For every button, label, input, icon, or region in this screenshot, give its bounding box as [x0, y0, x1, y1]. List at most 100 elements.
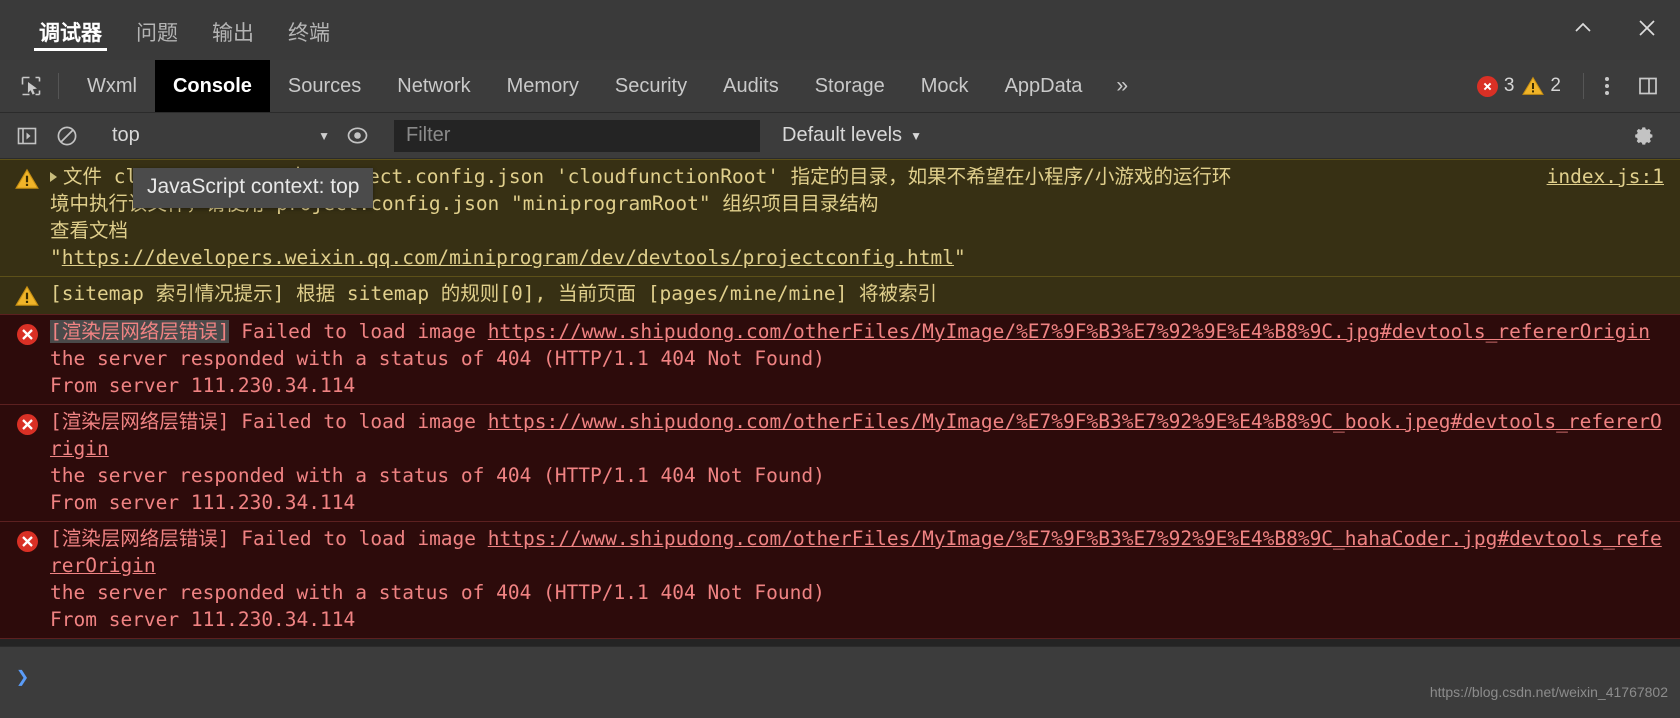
error-circle-icon [14, 321, 40, 347]
window-tab-list: 调试器 问题 输出 终端 [22, 0, 347, 60]
message-body: [渲染层网络层错误] Failed to load image https://… [50, 525, 1672, 633]
context-tooltip: JavaScript context: top [133, 168, 373, 208]
tab-label: Console [173, 75, 252, 98]
warning-triangle-icon [14, 166, 40, 192]
message-line: From server 111.230.34.114 [50, 372, 1672, 399]
message-line: [渲染层网络层错误] Failed to load image https://… [50, 318, 1672, 345]
tab-label: Network [397, 75, 470, 98]
warning-triangle-icon [14, 283, 40, 309]
error-tag: [渲染层网络层错误] [50, 320, 229, 343]
tab-mock[interactable]: Mock [903, 60, 987, 112]
failed-resource-link[interactable]: https://www.shipudong.com/otherFiles/MyI… [488, 320, 1650, 343]
console-message-error[interactable]: [渲染层网络层错误] Failed to load image https://… [0, 521, 1680, 639]
window-title-bar: 调试器 问题 输出 终端 [0, 0, 1680, 60]
message-line: [渲染层网络层错误] Failed to load image https://… [50, 525, 1672, 579]
tab-console[interactable]: Console [155, 60, 270, 112]
disclosure-triangle-icon[interactable] [50, 172, 57, 182]
tab-appdata[interactable]: AppData [987, 60, 1101, 112]
tab-label: Wxml [87, 75, 137, 98]
window-controls [1568, 0, 1662, 56]
chevron-up-icon[interactable] [1568, 13, 1598, 43]
message-line: [渲染层网络层错误] Failed to load image https://… [50, 408, 1672, 462]
window-tab-output[interactable]: 输出 [195, 23, 271, 60]
error-circle-icon [14, 411, 40, 437]
window-tab-problems[interactable]: 问题 [119, 23, 195, 60]
tab-label: Security [615, 75, 687, 98]
window-tab-terminal[interactable]: 终端 [271, 23, 347, 60]
prompt-caret-icon: ❯ [16, 665, 29, 690]
tab-security[interactable]: Security [597, 60, 705, 112]
more-tabs-label: » [1116, 74, 1128, 98]
error-circle-icon [14, 528, 40, 554]
tab-sources[interactable]: Sources [270, 60, 379, 112]
error-badge[interactable]: 3 [1477, 75, 1515, 97]
window-tab-label: 终端 [288, 22, 330, 45]
warning-count: 2 [1550, 75, 1561, 97]
error-prefix: Failed to load image [229, 320, 487, 343]
console-message-error[interactable]: [渲染层网络层错误] Failed to load image https://… [0, 314, 1680, 405]
error-tag: [渲染层网络层错误] [50, 527, 229, 550]
console-message-warning[interactable]: [sitemap 索引情况提示] 根据 sitemap 的规则[0], 当前页面… [0, 276, 1680, 315]
toolbar-divider [58, 73, 59, 99]
window-tab-debugger[interactable]: 调试器 [22, 23, 119, 60]
message-line: [sitemap 索引情况提示] 根据 sitemap 的规则[0], 当前页面… [50, 280, 1672, 307]
warning-badge[interactable]: 2 [1522, 75, 1561, 97]
error-prefix: Failed to load image [229, 527, 487, 550]
window-tab-label: 调试器 [39, 22, 102, 45]
tab-label: Audits [723, 75, 779, 98]
tab-audits[interactable]: Audits [705, 60, 797, 112]
log-levels-label: Default levels [782, 124, 902, 147]
log-levels-select[interactable]: Default levels ▼ [782, 124, 922, 147]
javascript-context-select[interactable]: top ▼ [100, 121, 340, 151]
tab-storage[interactable]: Storage [797, 60, 903, 112]
console-message-list[interactable]: 文件 cloudfunctions 在 project.config.json … [0, 159, 1680, 646]
error-prefix: Failed to load image [229, 410, 487, 433]
message-body: [sitemap 索引情况提示] 根据 sitemap 的规则[0], 当前页面… [50, 280, 1672, 307]
dock-side-icon[interactable] [1630, 69, 1666, 103]
toolbar-divider [1583, 73, 1584, 99]
error-count: 3 [1504, 75, 1515, 97]
message-line: the server responded with a status of 40… [50, 345, 1672, 372]
console-settings-area [1626, 113, 1666, 158]
warning-triangle-icon [1522, 76, 1544, 96]
message-line: the server responded with a status of 40… [50, 462, 1672, 489]
error-circle-icon [1477, 76, 1498, 97]
tab-network[interactable]: Network [379, 60, 488, 112]
message-line: "https://developers.weixin.qq.com/minipr… [50, 244, 1672, 271]
tab-memory[interactable]: Memory [489, 60, 597, 112]
message-line: 查看文档 [50, 217, 1672, 244]
issue-badges[interactable]: 3 2 [1477, 75, 1561, 97]
tab-wxml[interactable]: Wxml [69, 60, 155, 112]
context-value: top [112, 124, 140, 147]
source-location-link[interactable]: index.js:1 [1547, 163, 1664, 190]
message-line: From server 111.230.34.114 [50, 489, 1672, 516]
tab-label: Memory [507, 75, 579, 98]
chevron-down-icon: ▼ [318, 129, 330, 143]
filter-input[interactable] [394, 120, 760, 152]
clear-console-icon[interactable] [50, 119, 84, 153]
chevron-down-icon: ▼ [910, 129, 922, 143]
error-tag: [渲染层网络层错误] [50, 410, 229, 433]
window-tab-label: 问题 [136, 22, 178, 45]
more-tabs-button[interactable]: » [1100, 74, 1144, 98]
tab-label: AppData [1005, 75, 1083, 98]
message-body: [渲染层网络层错误] Failed to load image https://… [50, 408, 1672, 516]
kebab-menu-icon[interactable] [1590, 69, 1624, 103]
console-sidebar-icon[interactable] [10, 119, 44, 153]
devtools-tab-bar: Wxml Console Sources Network Memory Secu… [0, 60, 1680, 113]
devtools-tab-list: Wxml Console Sources Network Memory Secu… [69, 60, 1144, 112]
tab-label: Sources [288, 75, 361, 98]
message-line: the server responded with a status of 40… [50, 579, 1672, 606]
close-icon[interactable] [1632, 13, 1662, 43]
console-prompt-row[interactable]: ❯ https://blog.csdn.net/weixin_41767802 [0, 646, 1680, 708]
documentation-link[interactable]: https://developers.weixin.qq.com/minipro… [62, 246, 954, 269]
gear-icon[interactable] [1626, 119, 1660, 153]
message-body: [渲染层网络层错误] Failed to load image https://… [50, 318, 1672, 399]
live-expression-icon[interactable] [340, 119, 374, 153]
tab-label: Storage [815, 75, 885, 98]
message-line: From server 111.230.34.114 [50, 606, 1672, 633]
watermark-text: https://blog.csdn.net/weixin_41767802 [1430, 684, 1668, 700]
console-message-error[interactable]: [渲染层网络层错误] Failed to load image https://… [0, 404, 1680, 522]
tab-label: Mock [921, 75, 969, 98]
inspect-element-icon[interactable] [14, 69, 48, 103]
